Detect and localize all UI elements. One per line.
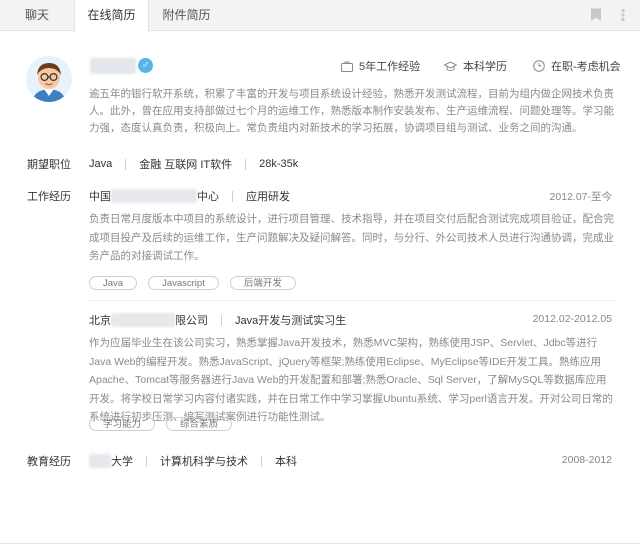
skill-tag: Javascript — [148, 276, 219, 290]
company-suffix: 限公司 — [175, 315, 208, 327]
skill-tag: Java — [89, 276, 138, 290]
divider — [232, 190, 233, 202]
divider — [245, 158, 247, 170]
bookmark-icon[interactable] — [590, 8, 602, 22]
job-status-info: 在职-考虑机会 — [533, 58, 621, 74]
expect-row: Java 金融 互联网 IT软件 28k-35k — [89, 156, 298, 172]
education-major: 计算机科学与技术 — [160, 456, 248, 468]
expect-industry: 金融 互联网 IT软件 — [139, 159, 233, 171]
company-suffix: 中心 — [197, 191, 219, 203]
company-name-redacted — [111, 189, 197, 203]
divider — [261, 455, 262, 467]
job-2-header: 北京 限公司 Java开发与测试实习生 — [89, 312, 346, 328]
divider — [221, 314, 222, 326]
bottom-border — [0, 543, 640, 544]
experience-info: 5年工作经验 — [341, 58, 420, 74]
tab-actions — [590, 8, 630, 22]
education-date: 2008-2012 — [561, 454, 612, 466]
briefcase-icon — [341, 61, 353, 72]
job-1-date: 2012.07-至今 — [549, 191, 612, 203]
education-info: 本科学历 — [444, 58, 507, 74]
male-icon: ♂ — [138, 58, 153, 73]
job-role: Java开发与测试实习生 — [235, 315, 347, 327]
job-2-description: 作为应届毕业生在该公司实习，熟悉掌握Java开发技术，熟悉MVC架构，熟练使用J… — [89, 337, 613, 423]
school-suffix: 大学 — [111, 456, 133, 468]
job-1-header: 中国 中心 应用研发 — [89, 188, 290, 204]
tab-attachment-resume[interactable]: 附件简历 — [149, 0, 224, 31]
tab-online-resume[interactable]: 在线简历 — [74, 0, 149, 32]
school-name-redacted — [89, 454, 111, 468]
company-prefix: 中国 — [89, 191, 111, 203]
tab-bar: 聊天 在线简历 附件简历 — [0, 0, 640, 32]
job-2-tags: 学习能力 综合素质 — [89, 417, 233, 431]
skill-tag: 后端开发 — [229, 276, 296, 290]
company-name-redacted — [111, 313, 175, 327]
education-row: 大学 计算机科学与技术 本科 — [89, 453, 297, 469]
clock-icon — [533, 60, 545, 72]
education-degree: 本科 — [275, 456, 297, 468]
education-label: 教育经历 — [27, 456, 71, 468]
company-prefix: 北京 — [89, 315, 111, 327]
job-role: 应用研发 — [246, 191, 290, 203]
skill-tag: 学习能力 — [89, 417, 156, 431]
more-icon[interactable] — [616, 8, 630, 22]
avatar — [26, 56, 72, 102]
tab-chat[interactable]: 聊天 — [0, 0, 74, 31]
graduation-cap-icon — [444, 60, 457, 72]
divider — [146, 455, 147, 467]
work-label: 工作经历 — [27, 191, 71, 203]
candidate-name-redacted — [90, 58, 136, 74]
divider — [125, 158, 127, 170]
job-2-date: 2012.02-2012.05 — [532, 313, 612, 325]
job-1-description: 负责日常月度版本中项目的系统设计，进行项目管理、技术指导，并在项目交付后配合测试… — [89, 213, 614, 262]
self-introduction: 逾五年的银行软开系统，积累了丰富的开发与项目系统设计经验，熟悉开发测试流程，目前… — [89, 88, 614, 134]
expect-label: 期望职位 — [27, 159, 71, 171]
job-1-tags: Java Javascript 后端开发 — [89, 276, 296, 290]
section-divider — [89, 300, 617, 301]
expect-position: Java — [89, 158, 113, 170]
expect-salary: 28k-35k — [259, 158, 299, 170]
skill-tag: 综合素质 — [166, 417, 233, 431]
